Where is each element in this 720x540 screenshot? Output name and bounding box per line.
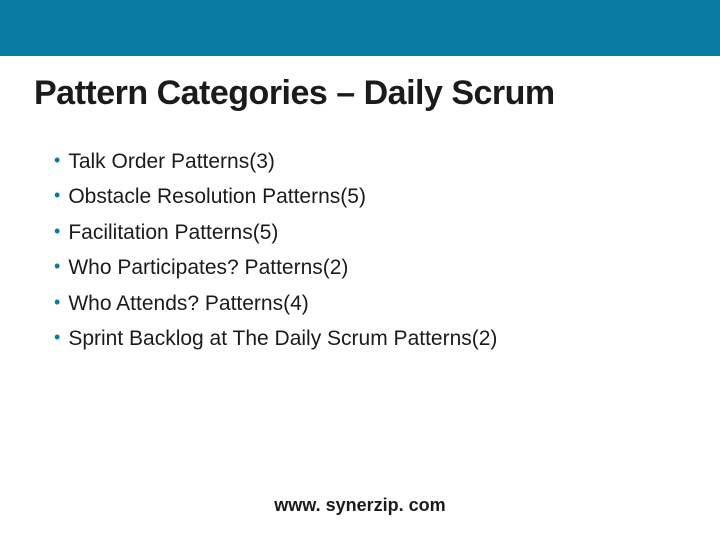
bullet-text: Obstacle Resolution Patterns(5): [68, 182, 366, 211]
bullet-icon: •: [54, 186, 60, 204]
bullet-icon: •: [54, 293, 60, 311]
content-area: • Talk Order Patterns(3) • Obstacle Reso…: [0, 113, 720, 353]
bullet-icon: •: [54, 257, 60, 275]
page-title: Pattern Categories – Daily Scrum: [0, 56, 720, 113]
bullet-icon: •: [54, 222, 60, 240]
header-bar: [0, 0, 720, 56]
bullet-list: • Talk Order Patterns(3) • Obstacle Reso…: [54, 147, 720, 353]
list-item: • Who Participates? Patterns(2): [54, 253, 720, 282]
list-item: • Talk Order Patterns(3): [54, 147, 720, 176]
bullet-text: Who Attends? Patterns(4): [68, 289, 308, 318]
bullet-text: Talk Order Patterns(3): [68, 147, 275, 176]
bullet-text: Who Participates? Patterns(2): [68, 253, 348, 282]
list-item: • Facilitation Patterns(5): [54, 218, 720, 247]
list-item: • Sprint Backlog at The Daily Scrum Patt…: [54, 324, 720, 353]
footer: www. synerzip. com: [0, 495, 720, 516]
list-item: • Who Attends? Patterns(4): [54, 289, 720, 318]
bullet-icon: •: [54, 328, 60, 346]
bullet-text: Facilitation Patterns(5): [68, 218, 278, 247]
footer-text: www. synerzip. com: [274, 495, 445, 515]
list-item: • Obstacle Resolution Patterns(5): [54, 182, 720, 211]
bullet-icon: •: [54, 151, 60, 169]
bullet-text: Sprint Backlog at The Daily Scrum Patter…: [68, 324, 497, 353]
